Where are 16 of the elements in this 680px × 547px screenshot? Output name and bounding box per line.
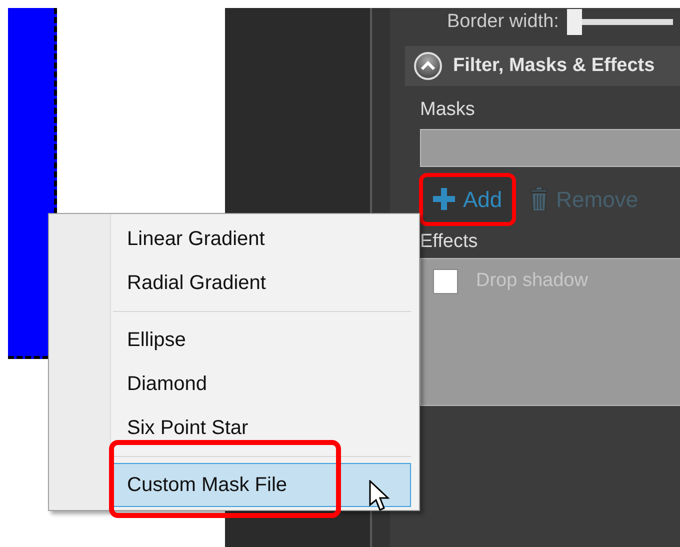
menu-item[interactable]: Six Point Star xyxy=(127,418,248,438)
menu-item[interactable]: Radial Gradient xyxy=(127,273,266,293)
trash-icon xyxy=(530,187,548,211)
section-header[interactable]: Filter, Masks & Effects xyxy=(405,46,680,86)
menu-item[interactable]: Linear Gradient xyxy=(127,229,265,249)
plus-icon xyxy=(433,188,455,210)
masks-label: Masks xyxy=(420,98,476,122)
selected-shape[interactable] xyxy=(8,8,57,359)
slider-thumb[interactable] xyxy=(566,9,582,35)
collapse-icon[interactable] xyxy=(413,51,443,81)
effects-label: Effects xyxy=(420,230,479,254)
cursor-icon xyxy=(369,480,393,514)
field-label: Border width: xyxy=(447,10,559,34)
section-title: Filter, Masks & Effects xyxy=(453,54,655,78)
menu-item[interactable]: Ellipse xyxy=(127,330,186,350)
menu-item[interactable]: Diamond xyxy=(127,374,208,394)
